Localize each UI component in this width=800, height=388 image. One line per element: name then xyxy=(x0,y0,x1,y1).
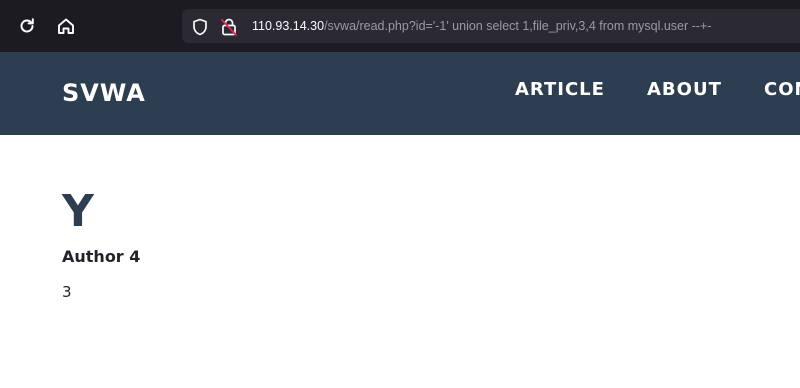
browser-toolbar: 110.93.14.30/svwa/read.php?id='-1' union… xyxy=(0,0,800,52)
nav-item-contact[interactable]: CON xyxy=(764,52,800,128)
site-brand[interactable]: SVWA xyxy=(62,52,146,135)
shield-icon[interactable] xyxy=(190,17,210,37)
home-icon[interactable] xyxy=(54,14,78,38)
insecure-lock-icon[interactable] xyxy=(220,17,238,37)
post-body: 3 xyxy=(62,283,72,301)
site-navbar: SVWA ARTICLE ABOUT CON xyxy=(0,52,800,135)
address-bar[interactable]: 110.93.14.30/svwa/read.php?id='-1' union… xyxy=(182,9,800,43)
post-author: Author 4 xyxy=(62,247,141,266)
url-path: /svwa/read.php?id='-1' union select 1,fi… xyxy=(324,19,712,33)
nav-item-about[interactable]: ABOUT xyxy=(647,52,722,128)
url-host: 110.93.14.30 xyxy=(252,19,325,33)
nav-item-article[interactable]: ARTICLE xyxy=(515,52,605,128)
post-title: Y xyxy=(62,186,94,237)
reload-icon[interactable] xyxy=(15,14,39,38)
url-text[interactable]: 110.93.14.30/svwa/read.php?id='-1' union… xyxy=(252,9,711,43)
